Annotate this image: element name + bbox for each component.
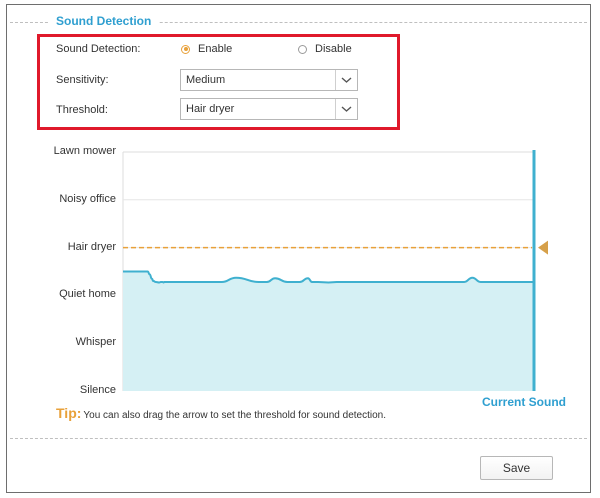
current-sound-area (123, 271, 534, 391)
threshold-arrow-icon[interactable] (538, 240, 548, 255)
tip: Tip: You can also drag the arrow to set t… (56, 405, 386, 424)
tip-prefix: Tip: (56, 405, 82, 421)
section-divider-bottom (10, 438, 587, 439)
current-sound-label: Current Sound (482, 395, 566, 409)
tip-text: You can also drag the arrow to set the t… (83, 410, 387, 421)
save-button[interactable]: Save (480, 456, 553, 480)
